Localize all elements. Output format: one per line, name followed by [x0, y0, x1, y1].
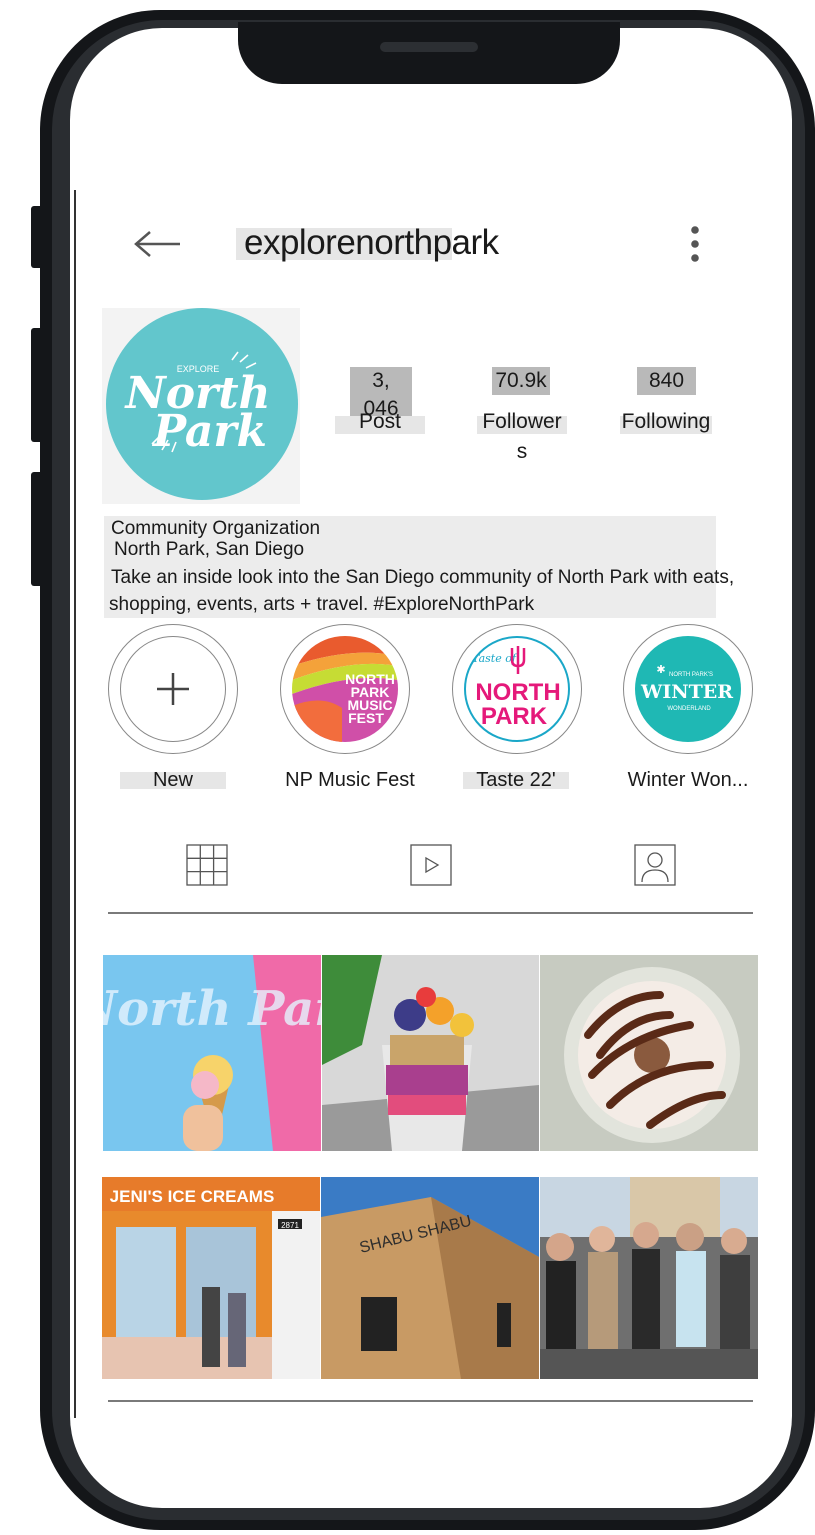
donut-photo [540, 955, 758, 1151]
bio-category: Community Organization [111, 518, 321, 539]
followers-count: 70.9k [492, 367, 550, 395]
profile-avatar[interactable]: EXPLORE North Park [106, 308, 298, 500]
snowflake-icon: ✱ [656, 663, 665, 676]
explore-north-park-logo: EXPLORE North Park [123, 351, 271, 457]
highlight-music-fest-cover: NORTH PARK MUSIC FEST [292, 636, 398, 742]
winter-wonderland-logo: NORTH PARK'S ✱ WINTER WONDERLAND [640, 663, 733, 712]
post-tile-acai-bowl[interactable] [322, 955, 539, 1151]
winter-cover-line2: WONDERLAND [667, 706, 711, 712]
profile-username-header: explorenorthpark [236, 222, 499, 264]
shabu-restaurant-photo: SHABU SHABU [321, 1177, 539, 1379]
highlight-taste-label: Taste 22' [476, 769, 556, 791]
more-vertical-icon [691, 226, 699, 262]
bio-location: North Park, San Diego [114, 539, 305, 560]
person-icon [634, 844, 676, 886]
highlight-np-music-fest[interactable]: NORTH PARK MUSIC FEST [280, 624, 410, 754]
winter-cover-top: NORTH PARK'S [669, 672, 713, 678]
taste-cover-line1: NORTH [475, 679, 560, 706]
tab-tagged[interactable] [634, 844, 676, 886]
highlight-np-music-fest-label: NP Music Fest [285, 769, 415, 791]
jenis-address-text: 2871 [281, 1221, 299, 1230]
more-options-button[interactable] [680, 222, 710, 266]
bio-text-line2: shopping, events, arts + travel. #Explor… [109, 594, 535, 615]
grid-icon [186, 844, 228, 886]
grid-bottom-divider [108, 1400, 753, 1402]
winter-cover-line1: WINTER [640, 681, 733, 703]
play-icon [410, 844, 452, 886]
following-count: 840 [637, 367, 697, 395]
music-fest-word4: FEST [348, 710, 384, 726]
jenis-sign-text: JENI'S ICE CREAMS [110, 1187, 275, 1206]
highlight-new[interactable] [108, 624, 238, 754]
highlight-winter-wonderland[interactable]: NORTH PARK'S ✱ WINTER WONDERLAND [623, 624, 753, 754]
instagram-profile-screen: explorenorthpark EXPLORE North Park 3, 0… [0, 0, 815, 1535]
post-tile-jenis-storefront[interactable]: JENI'S ICE CREAMS 2871 [102, 1177, 320, 1379]
bio-text-line1: Take an inside look into the San Diego c… [111, 567, 735, 588]
street-festival-photo [540, 1177, 758, 1379]
logo-line2: Park [151, 406, 267, 457]
highlight-taste-cover: Taste of NORTH PARK [464, 636, 570, 742]
followers-label: Follower [482, 410, 562, 433]
following-label: Following [621, 410, 711, 433]
jenis-storefront-photo: JENI'S ICE CREAMS 2871 [102, 1177, 320, 1379]
taste-of-north-park-logo: Taste of NORTH PARK [472, 646, 561, 730]
followers-label-wrap: s [516, 440, 528, 463]
tabs-divider [108, 912, 753, 914]
acai-bowl-photo [322, 955, 539, 1151]
post-tile-ice-cream[interactable]: North Park [103, 955, 321, 1151]
post-tile-street-festival[interactable] [540, 1177, 758, 1379]
music-fest-logo: NORTH PARK MUSIC FEST [292, 636, 398, 742]
highlight-taste-22[interactable]: Taste of NORTH PARK [452, 624, 582, 754]
highlight-winter-label: Winter Won... [627, 769, 749, 791]
highlight-new-label: New [152, 769, 193, 791]
back-button[interactable] [128, 222, 188, 266]
profile-bio: Community Organization North Park, San D… [109, 518, 735, 615]
tab-posts-grid[interactable] [186, 844, 228, 886]
ice-cream-sign-text: North Park [103, 981, 321, 1037]
taste-cover-line2: PARK [481, 703, 548, 730]
highlight-new-inner [120, 636, 226, 742]
stat-following-count[interactable]: 840 [637, 367, 697, 395]
arrow-left-icon [134, 231, 180, 257]
post-tile-donut[interactable] [540, 955, 758, 1151]
profile-username: explorenorthpark [244, 223, 499, 262]
highlight-winter-cover: NORTH PARK'S ✱ WINTER WONDERLAND [635, 636, 741, 742]
tab-reels[interactable] [410, 844, 452, 886]
ice-cream-photo: North Park [103, 955, 321, 1151]
plus-icon [157, 673, 189, 705]
stat-followers-count[interactable]: 70.9k [490, 367, 552, 395]
posts-label: Post [358, 410, 402, 433]
post-tile-shabu-restaurant[interactable]: SHABU SHABU [321, 1177, 539, 1379]
